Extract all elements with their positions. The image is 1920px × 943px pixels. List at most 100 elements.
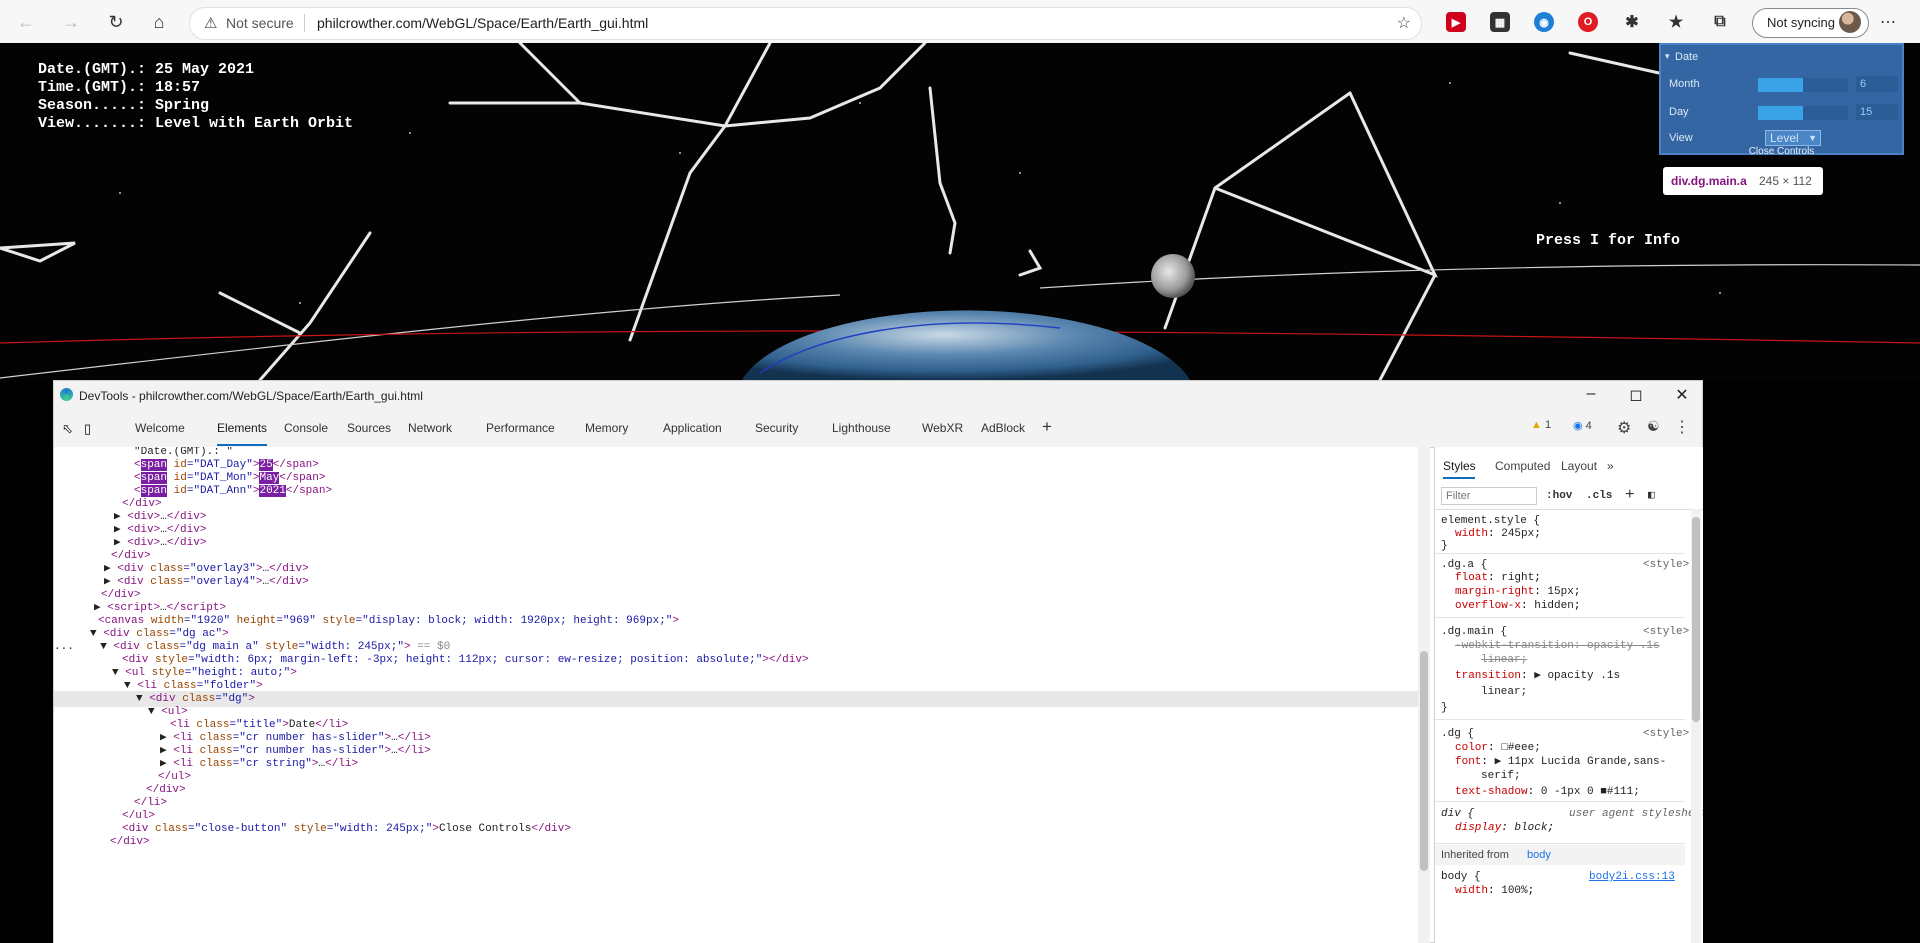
warning-icon: ⚠ <box>204 15 218 32</box>
warning-triangle-icon: ▲ <box>1531 419 1542 431</box>
extension-stop-icon[interactable]: O <box>1578 12 1598 32</box>
scene-canvas <box>0 43 1920 380</box>
profile-sync-button[interactable]: Not syncing <box>1752 8 1869 38</box>
view-label: View <box>1669 132 1693 144</box>
more-tabs-icon[interactable]: » <box>1607 459 1614 473</box>
tab-security[interactable]: Security <box>755 421 798 435</box>
devtools-titlebar: DevTools - philcrowther.com/WebGL/Space/… <box>54 381 1702 411</box>
style-rule-dg-a[interactable]: .dg.a { <style> float: right; margin-rig… <box>1435 555 1689 618</box>
element-inspect-tooltip: div.dg.main.a 245 × 112 <box>1663 167 1823 195</box>
maximize-icon[interactable]: ◻ <box>1621 385 1651 407</box>
styles-tab-indicator <box>1443 477 1475 479</box>
not-secure-label: Not secure <box>226 15 294 31</box>
webgl-scene[interactable]: Date.(GMT).: 25 May 2021 Time.(GMT).: 18… <box>0 43 1920 380</box>
more-menu-icon[interactable]: ⋯ <box>1880 12 1897 32</box>
devtools-window: DevTools - philcrowther.com/WebGL/Space/… <box>53 380 1703 943</box>
hud-date: Date.(GMT).: 25 May 2021 <box>38 61 255 78</box>
gui-row-month: Month 6 <box>1659 73 1904 96</box>
new-rule-icon[interactable]: + <box>1625 486 1635 504</box>
url-text[interactable]: philcrowther.com/WebGL/Space/Earth/Earth… <box>317 15 648 31</box>
gui-folder-title: Date <box>1675 51 1699 63</box>
warnings-badge[interactable]: ▲ 1 <box>1531 419 1551 431</box>
dom-line[interactable]: <span id="DAT_Ann">2021</span> <box>134 483 332 499</box>
extension-video-icon[interactable]: ▶ <box>1446 12 1466 32</box>
active-tab-indicator <box>217 444 267 446</box>
minimize-icon[interactable]: – <box>1576 385 1606 407</box>
month-label: Month <box>1669 78 1700 90</box>
style-rule-dg[interactable]: .dg { <style> color: □#eee; font: ▶ 11px… <box>1435 721 1689 802</box>
feedback-icon[interactable]: ☯ <box>1647 418 1660 435</box>
month-input[interactable]: 6 <box>1856 76 1898 92</box>
inspect-element-icon[interactable]: ⬁ <box>62 421 73 437</box>
dom-scroll-thumb[interactable] <box>1420 651 1428 871</box>
refresh-icon[interactable]: ↻ <box>102 8 130 36</box>
devtools-tab-bar: ⬁ ▯ Welcome Elements Console Sources Net… <box>54 411 1702 448</box>
add-tab-icon[interactable]: + <box>1042 417 1052 437</box>
star-dots <box>119 82 1721 304</box>
tab-layout[interactable]: Layout <box>1561 459 1597 473</box>
address-bar[interactable]: ⚠ Not secure philcrowther.com/WebGL/Spac… <box>189 7 1422 40</box>
view-select[interactable]: Level ▼ <box>1765 130 1821 146</box>
dom-line[interactable]: <div class="close-button" style="width: … <box>122 821 571 837</box>
tab-adblock[interactable]: AdBlock <box>981 421 1025 435</box>
extension-globe-icon[interactable]: ◉ <box>1534 12 1554 32</box>
tab-elements[interactable]: Elements <box>217 421 267 435</box>
style-rule-body[interactable]: body { body2i.css:13 width: 100%; <box>1435 867 1685 907</box>
back-arrow-icon[interactable]: ← <box>12 8 40 36</box>
settings-gear-icon[interactable]: ⚙ <box>1617 418 1631 438</box>
earth-globe <box>742 310 1190 380</box>
tab-welcome[interactable]: Welcome <box>135 421 185 435</box>
tab-lighthouse[interactable]: Lighthouse <box>832 421 891 435</box>
tab-styles[interactable]: Styles <box>1443 459 1476 473</box>
tab-network[interactable]: Network <box>408 421 452 435</box>
dom-line[interactable]: </div> <box>110 834 150 850</box>
warning-count: 1 <box>1544 419 1552 431</box>
more-options-icon[interactable]: ⋮ <box>1674 417 1690 437</box>
sidebar-toggle-icon[interactable]: ◧ <box>1648 488 1655 502</box>
tooltip-size: 245 × 112 <box>1759 174 1812 188</box>
tab-console[interactable]: Console <box>284 421 328 435</box>
message-bubble-icon: ◉ <box>1573 420 1583 432</box>
home-icon[interactable]: ⌂ <box>145 8 173 36</box>
close-window-icon[interactable]: ✕ <box>1667 385 1697 407</box>
class-toggle[interactable]: .cls <box>1586 490 1612 502</box>
month-slider-fill <box>1758 78 1803 92</box>
tab-sources[interactable]: Sources <box>347 421 391 435</box>
gui-folder-date[interactable]: ▾ Date <box>1659 46 1904 69</box>
select-caret-icon: ▼ <box>1808 133 1817 143</box>
messages-badge[interactable]: ◉ 4 <box>1573 419 1592 432</box>
tab-computed[interactable]: Computed <box>1495 459 1550 473</box>
tab-webxr[interactable]: WebXR <box>922 421 963 435</box>
device-emulation-icon[interactable]: ▯ <box>84 421 91 437</box>
extension-qr-icon[interactable]: ▦ <box>1490 12 1510 32</box>
dom-tree-pane[interactable]: "Date.(GMT).: " <span id="DAT_Day">25</s… <box>54 447 1418 943</box>
collections-icon[interactable]: ⧉ <box>1710 12 1730 32</box>
close-controls-button[interactable]: Close Controls <box>1659 146 1904 157</box>
style-rule-element[interactable]: element.style { width: 245px; } <box>1435 511 1685 554</box>
inherited-from-link[interactable]: body <box>1527 849 1551 861</box>
browser-toolbar: ← → ↻ ⌂ ⚠ Not secure philcrowther.com/We… <box>0 0 1920 44</box>
month-slider[interactable] <box>1758 78 1848 92</box>
hud-view: View.......: Level with Earth Orbit <box>38 115 354 132</box>
day-input[interactable]: 15 <box>1856 104 1898 120</box>
styles-filter-input[interactable]: Filter <box>1441 487 1537 505</box>
forward-arrow-icon[interactable]: → <box>57 8 85 36</box>
styles-scroll-thumb[interactable] <box>1692 517 1700 722</box>
address-divider <box>304 14 305 32</box>
hover-state-toggle[interactable]: :hov <box>1546 490 1572 502</box>
favorites-icon[interactable]: ★ <box>1666 12 1686 32</box>
message-count: 4 <box>1585 420 1592 432</box>
info-hint: Press I for Info <box>1536 232 1681 249</box>
tab-application[interactable]: Application <box>663 421 722 435</box>
moon <box>1151 254 1195 298</box>
tab-performance[interactable]: Performance <box>486 421 555 435</box>
style-rule-div-useragent[interactable]: div { user agent stylesheet display: blo… <box>1435 803 1703 844</box>
day-slider[interactable] <box>1758 106 1848 120</box>
gui-row-day: Day 15 <box>1659 101 1904 124</box>
tab-memory[interactable]: Memory <box>585 421 628 435</box>
add-favorite-icon[interactable]: ☆ <box>1397 13 1411 33</box>
inherited-label: Inherited from <box>1441 849 1509 861</box>
extensions-puzzle-icon[interactable]: ✱ <box>1622 12 1642 32</box>
day-label: Day <box>1669 106 1689 118</box>
style-rule-dg-main[interactable]: .dg.main { <style> -webkit-transition: o… <box>1435 619 1689 720</box>
